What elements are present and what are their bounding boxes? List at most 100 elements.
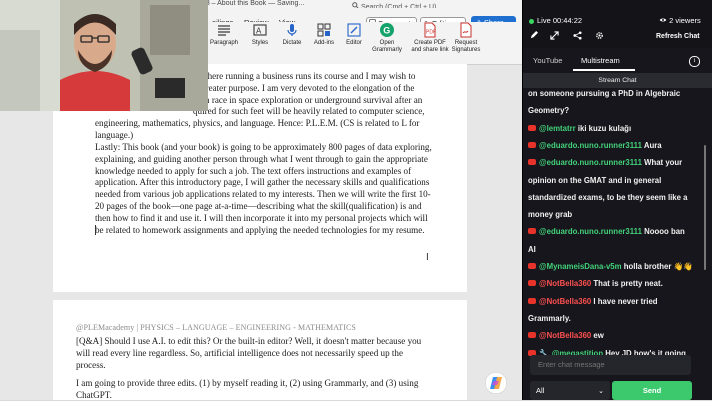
youtube-icon [528, 332, 536, 339]
chat-message-text: opinion on the GMAT and in general [528, 175, 662, 185]
chat-message-text: What your [644, 158, 683, 168]
ribbon-dictate[interactable]: Dictate [280, 22, 304, 47]
chat-message-text: ew [593, 331, 604, 341]
microphone-icon [287, 24, 297, 36]
paragraph-edits: I am going to provide three edits. (1) b… [76, 378, 419, 400]
chat-message: @MynameisDana-v5m holla brother 👋👋 [528, 258, 698, 275]
paragraph-goals-continued: quired for such feet will be heavily rel… [193, 106, 425, 116]
svg-text:PDF: PDF [426, 30, 436, 36]
copilot-button[interactable] [485, 372, 507, 394]
chat-message: @eduardo.nuno.runner3111 Noooo ban [528, 223, 698, 240]
paragraph-plem: engineering, mathematics, physics, and l… [95, 118, 420, 140]
chat-message-text: That is pretty neat. [593, 279, 663, 289]
chat-message-text: Noooo ban [644, 227, 685, 237]
live-indicator-icon [529, 19, 534, 24]
add-ins-icon [317, 23, 331, 37]
chat-username[interactable]: @lemtatrr [539, 124, 576, 133]
youtube-icon [528, 124, 536, 131]
chat-message: opinion on the GMAT and in general [528, 172, 698, 189]
chat-username[interactable]: @NotBella360 [539, 297, 591, 306]
page-header: @PLEMacademy | PHYSICS – LANGUAGE – ENGI… [76, 323, 356, 332]
ibeam-cursor-icon: I [426, 252, 429, 263]
chat-username[interactable]: @eduardo.nuno.runner3111 [539, 141, 642, 150]
paragraph-lastly: Lastly: This book (and your book) is goi… [95, 142, 432, 235]
chat-message: standardized exams, to be they seem like… [528, 189, 698, 206]
chat-message-text: AI [528, 244, 536, 254]
youtube-icon [528, 141, 536, 148]
ribbon-request-signatures[interactable]: Request Signatures [448, 22, 484, 54]
chat-message-input[interactable] [530, 355, 691, 375]
styles-icon: A [253, 24, 267, 36]
chat-username[interactable]: @eduardo.nuno.runner3111 [539, 158, 642, 167]
tab-youtube[interactable]: YouTube [533, 56, 562, 65]
chat-message: @NotBella360 ew [528, 327, 698, 344]
send-button[interactable]: Send [612, 381, 692, 400]
chat-message: @eduardo.nuno.runner3111 Aura [528, 137, 698, 154]
stream-chat-panel: Live 00:44:22 2 viewers Refresh Chat You… [523, 0, 712, 400]
chat-message-text: standardized exams, to be they seem like… [528, 192, 688, 202]
svg-text:A: A [256, 27, 262, 36]
pdf-icon: PDF [424, 22, 436, 38]
grammarly-icon: G [380, 23, 394, 37]
youtube-icon [528, 297, 536, 304]
paragraph-qa: [Q&A] Should I use A.I. to edit this? Or… [76, 336, 422, 370]
chat-message-text: money grab [528, 210, 573, 220]
paragraph-icon [218, 25, 230, 36]
chat-message: @NotBella360 That is pretty neat. [528, 275, 698, 292]
ribbon-open-grammarly[interactable]: G Open Grammarly [370, 22, 404, 54]
youtube-icon [528, 159, 536, 166]
signature-icon [460, 22, 472, 38]
chat-message-text: Geometry? [528, 106, 570, 116]
chat-message-text: I have never tried [593, 296, 658, 306]
pencil-icon[interactable] [529, 31, 538, 40]
svg-text:G: G [383, 26, 390, 36]
resize-icon[interactable] [550, 31, 559, 40]
eye-icon [659, 18, 667, 22]
channel-select[interactable]: All ⌄ [530, 381, 610, 400]
chat-message: @NotBella360 I have never tried [528, 293, 698, 310]
refresh-chat-button[interactable]: Refresh Chat [656, 33, 700, 40]
tab-multistream[interactable]: Multistream [581, 56, 620, 65]
chat-username[interactable]: @NotBella360 [539, 331, 591, 340]
chat-message: @eduardo.nuno.runner3111 What your [528, 154, 698, 171]
youtube-icon [528, 263, 536, 269]
chat-username[interactable]: @MynameisDana-v5m [539, 262, 622, 271]
chat-scrollbar[interactable] [704, 145, 706, 270]
share-icon[interactable] [573, 31, 582, 40]
webcam-presenter-image [0, 0, 208, 111]
chat-username[interactable]: @NotBella360 [539, 279, 591, 288]
gear-icon[interactable] [595, 31, 604, 40]
chat-message: AI [528, 241, 698, 258]
youtube-icon [528, 280, 536, 287]
ribbon-paragraph[interactable]: Paragraph [206, 22, 242, 47]
document-title: 0.3 – About this Book — Saving... [200, 0, 305, 7]
active-tab-indicator [573, 69, 635, 71]
chat-tabs: YouTube Multistream i [523, 52, 712, 72]
chevron-down-icon: ⌄ [598, 388, 604, 395]
chat-message: @lemtatrr iki kuzu kulağı [528, 120, 698, 137]
chat-message: money grab [528, 206, 698, 223]
text-cursor [95, 225, 96, 235]
stream-status-bar: Live 00:44:22 2 viewers Refresh Chat [523, 0, 712, 48]
ribbon-add-ins[interactable]: Add-ins [311, 22, 337, 47]
paragraph-goals: where running a business runs its course… [201, 71, 423, 105]
chat-message-text: on someone pursuing a PhD in Algebraic [528, 89, 681, 98]
chat-message: Grammarly. [528, 310, 698, 327]
ribbon-styles[interactable]: A Styles [246, 22, 274, 47]
youtube-icon [528, 228, 536, 235]
document-page-2[interactable]: @PLEMacademy | PHYSICS – LANGUAGE – ENGI… [53, 300, 467, 400]
editor-icon [347, 23, 361, 37]
ribbon-create-pdf[interactable]: PDF Create PDF and share link [410, 22, 450, 54]
chat-message-text: Aura [643, 140, 662, 150]
chat-message-text: iki kuzu kulağı [577, 123, 632, 133]
webcam-video [0, 0, 208, 111]
chat-message: on someone pursuing a PhD in Algebraic [528, 85, 698, 102]
live-timer: Live 00:44:22 [537, 16, 583, 25]
ribbon-editor[interactable]: Editor [342, 22, 366, 47]
info-icon[interactable]: i [689, 56, 700, 67]
chat-message: Geometry? [528, 102, 698, 119]
chat-message-text: holla brother 👋👋 [623, 262, 693, 271]
copilot-icon [490, 377, 502, 389]
viewer-count: 2 viewers [659, 16, 701, 25]
chat-username[interactable]: @eduardo.nuno.runner3111 [539, 227, 642, 236]
